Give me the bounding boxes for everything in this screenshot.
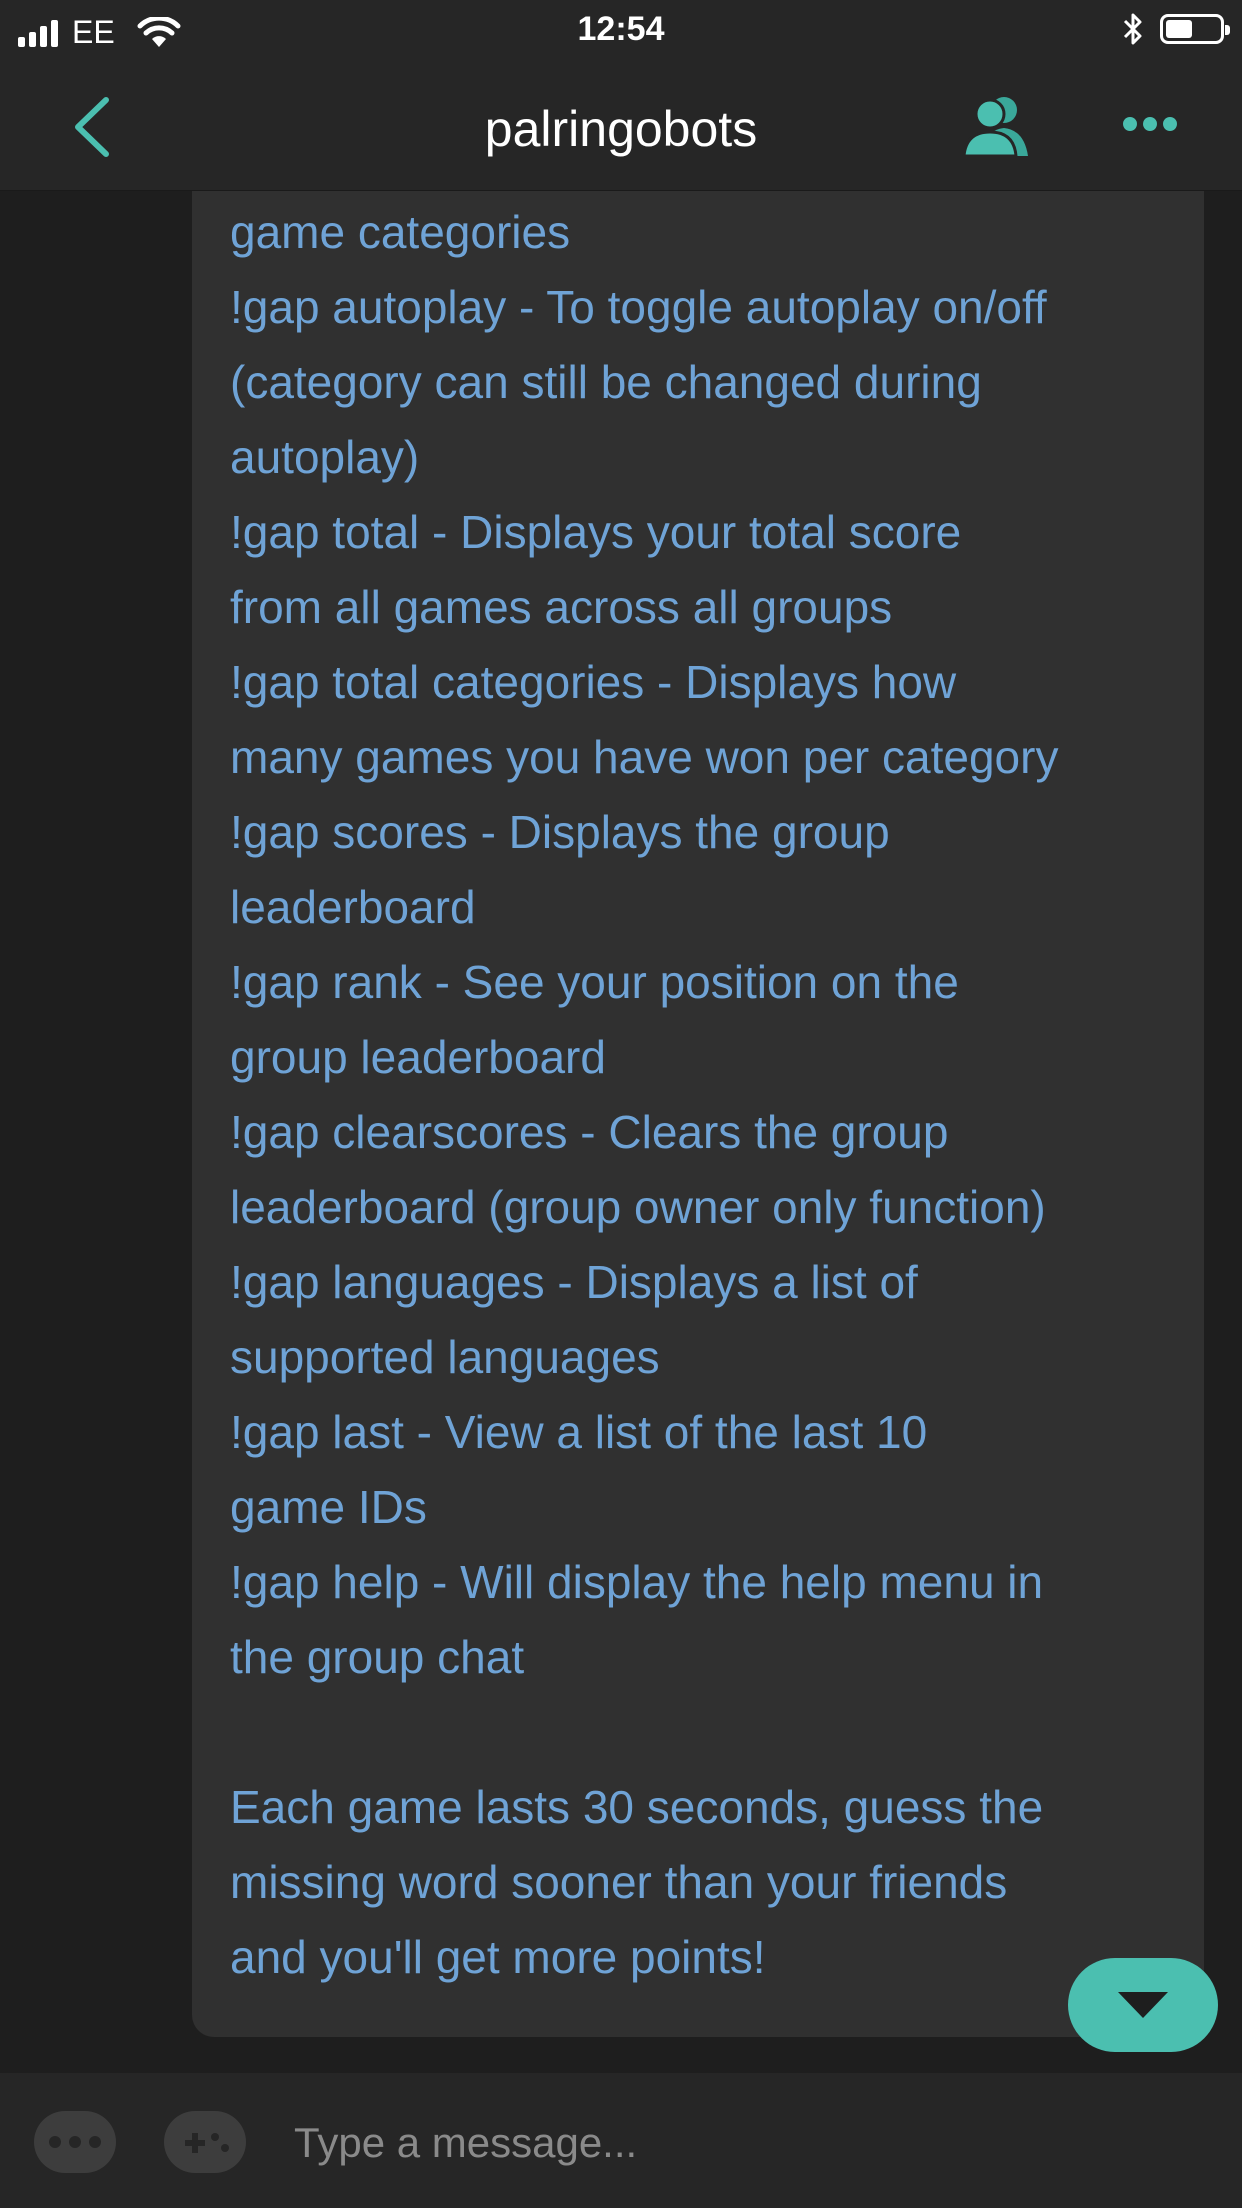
nav-bar: palringobots: [0, 62, 1242, 191]
battery-icon: [1160, 14, 1230, 44]
games-button[interactable]: [164, 2111, 246, 2173]
caret-down-icon: [1118, 1992, 1168, 2018]
chat-title: palringobots: [484, 101, 758, 157]
status-bar: EE 12:54: [0, 0, 1242, 62]
bluetooth-icon: [1123, 13, 1142, 45]
more-dots-icon[interactable]: [1120, 106, 1180, 142]
message-text: !gap categories - A list of all game cat…: [230, 206, 1059, 1983]
message-bubble: !gap categories - A list of all game cat…: [192, 190, 1204, 2037]
status-right: [1122, 12, 1230, 46]
chat-area[interactable]: !gap categories - A list of all game cat…: [0, 190, 1242, 2073]
clock: 12:54: [577, 10, 665, 48]
ellipsis-icon: [49, 2136, 101, 2148]
group-members-icon[interactable]: [960, 92, 1032, 158]
gamepad-icon: [185, 2133, 229, 2153]
more-options-button[interactable]: [34, 2111, 116, 2173]
message-input[interactable]: [292, 2103, 1196, 2183]
scroll-down-button[interactable]: [1068, 1958, 1218, 2052]
message-composer: [0, 2073, 1242, 2208]
